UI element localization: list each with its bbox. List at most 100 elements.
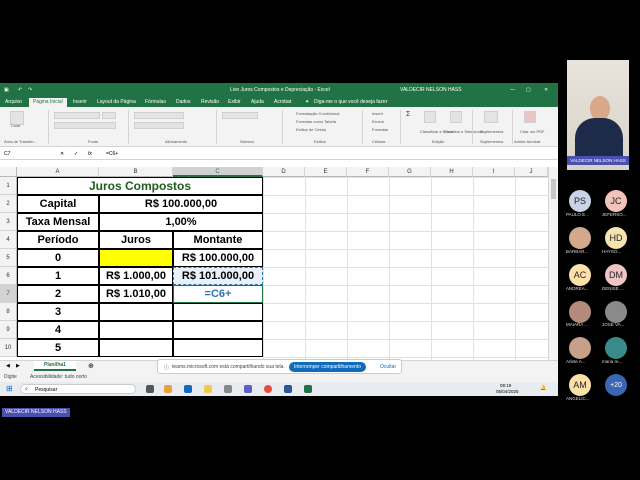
task-view-icon[interactable] (146, 385, 154, 393)
minimize-icon[interactable]: — (510, 87, 515, 93)
edge-icon[interactable] (184, 385, 192, 393)
participant-photo[interactable] (605, 337, 627, 359)
tab-acrobat[interactable]: Acrobat (274, 99, 291, 105)
cell-b8[interactable] (99, 303, 173, 321)
function-icon[interactable]: fx (88, 151, 92, 157)
tab-arquivo[interactable]: Arquivo (5, 99, 22, 105)
empty-cells[interactable] (263, 177, 548, 360)
tab-ajuda[interactable]: Ajuda (251, 99, 264, 105)
participant-avatar[interactable]: DM (605, 264, 627, 286)
row-header-6[interactable]: 6 (0, 267, 17, 285)
tab-inserir[interactable]: Inserir (73, 99, 87, 105)
name-box[interactable]: C7 (4, 151, 10, 157)
taskbar-date[interactable]: 05/04/2025 (496, 389, 519, 394)
excel-taskbar-icon[interactable] (304, 385, 312, 393)
scrollbar-thumb[interactable] (551, 179, 556, 199)
undo-icon[interactable]: ↶ (18, 87, 22, 93)
cell-c10[interactable] (173, 339, 263, 357)
format-table-button[interactable]: Formatar como Tabela (296, 119, 336, 124)
cancel-formula-icon[interactable]: ✕ (60, 151, 64, 157)
cell-b7[interactable]: R$ 1.010,00 (99, 285, 173, 303)
cell-a3[interactable]: Taxa Mensal (17, 213, 99, 231)
cell-a6[interactable]: 1 (17, 267, 99, 285)
scroll-right-icon[interactable]: ▶ (16, 363, 20, 369)
cell-b2[interactable]: R$ 100.000,00 (99, 195, 263, 213)
cell-c9[interactable] (173, 321, 263, 339)
cell-a10[interactable]: 5 (17, 339, 99, 357)
scroll-left-icon[interactable]: ◀ (6, 363, 10, 369)
font-style-buttons[interactable] (54, 122, 116, 129)
participant-photo[interactable] (569, 227, 591, 249)
cell-a5[interactable]: 0 (17, 249, 99, 267)
copilot-icon[interactable] (164, 385, 172, 393)
tell-me-search[interactable]: Diga-me o que você deseja fazer (314, 99, 387, 105)
select-all-corner[interactable] (0, 167, 17, 177)
cell-a7[interactable]: 2 (17, 285, 99, 303)
participant-photo[interactable] (569, 337, 591, 359)
cell-c5[interactable]: R$ 100.000,00 (173, 249, 263, 267)
row-header-2[interactable]: 2 (0, 195, 17, 213)
cell-b9[interactable] (99, 321, 173, 339)
taskbar-time[interactable]: 09:19 (500, 383, 511, 388)
cell-b5[interactable] (99, 249, 173, 267)
participant-avatar[interactable]: JC (605, 190, 627, 212)
merge-buttons[interactable] (134, 122, 184, 129)
sheet-tab-planilha1[interactable]: Planilha1 (34, 361, 76, 371)
column-header-b[interactable]: B (99, 167, 173, 177)
column-header-e[interactable]: E (305, 167, 347, 177)
participant-avatar[interactable]: PS (569, 190, 591, 212)
row-header-5[interactable]: 5 (0, 249, 17, 267)
cell-c4[interactable]: Montante (173, 231, 263, 249)
column-header-j[interactable]: J (515, 167, 548, 177)
font-size-select[interactable] (102, 112, 116, 119)
cell-b4[interactable]: Juros (99, 231, 173, 249)
confirm-formula-icon[interactable]: ✓ (74, 151, 78, 157)
cell-a8[interactable]: 3 (17, 303, 99, 321)
file-explorer-icon[interactable] (204, 385, 212, 393)
account-name[interactable]: VALDECIR NELSON HASS (400, 87, 462, 93)
column-header-d[interactable]: D (263, 167, 305, 177)
row-header-1[interactable]: 1 (0, 177, 17, 195)
participant-avatar[interactable]: AC (569, 264, 591, 286)
autosum-icon[interactable]: Σ (406, 111, 410, 118)
number-format-select[interactable] (222, 112, 258, 119)
close-icon[interactable]: ✕ (544, 87, 548, 93)
delete-cells-button[interactable]: Excluir (372, 119, 384, 124)
maximize-icon[interactable]: ▢ (526, 87, 531, 93)
alignment-buttons[interactable] (134, 112, 184, 119)
cell-b3[interactable]: 1,00% (99, 213, 263, 231)
format-cells-button[interactable]: Formatar (372, 127, 388, 132)
cell-b10[interactable] (99, 339, 173, 357)
column-header-f[interactable]: F (347, 167, 389, 177)
store-icon[interactable] (224, 385, 232, 393)
sort-filter-icon[interactable] (424, 111, 436, 123)
row-header-8[interactable]: 8 (0, 303, 17, 321)
addins-icon[interactable] (484, 111, 498, 123)
cell-title[interactable]: Juros Compostos (17, 177, 263, 195)
participant-photo[interactable] (605, 301, 627, 323)
vertical-scrollbar[interactable] (548, 167, 558, 360)
row-header-4[interactable]: 4 (0, 231, 17, 249)
hide-button[interactable]: Ocultar (380, 364, 396, 370)
cell-a9[interactable]: 4 (17, 321, 99, 339)
row-header-10[interactable]: 10 (0, 339, 17, 357)
chrome-icon[interactable] (264, 385, 272, 393)
tab-formulas[interactable]: Fórmulas (145, 99, 166, 105)
column-header-a[interactable]: A (17, 167, 99, 177)
insert-cells-button[interactable]: Inserir (372, 111, 383, 116)
cell-styles-button[interactable]: Estilos de Célula (296, 127, 326, 132)
tab-pagina-inicial[interactable]: Página Inicial (29, 98, 67, 107)
font-name-select[interactable] (54, 112, 100, 119)
participant-avatar[interactable]: AM (569, 374, 591, 396)
word-icon[interactable] (284, 385, 292, 393)
formula-input[interactable]: =C6+ (106, 151, 118, 157)
notification-icon[interactable]: 🔔 (540, 385, 546, 391)
column-header-c[interactable]: C (173, 167, 263, 177)
row-header-9[interactable]: 9 (0, 321, 17, 339)
cell-b6[interactable]: R$ 1.000,00 (99, 267, 173, 285)
cell-a2[interactable]: Capital (17, 195, 99, 213)
row-header-7[interactable]: 7 (0, 285, 17, 303)
cell-c7-editing[interactable]: =C6+ (173, 285, 263, 303)
add-sheet-icon[interactable]: ⊕ (88, 362, 94, 370)
row-header-3[interactable]: 3 (0, 213, 17, 231)
